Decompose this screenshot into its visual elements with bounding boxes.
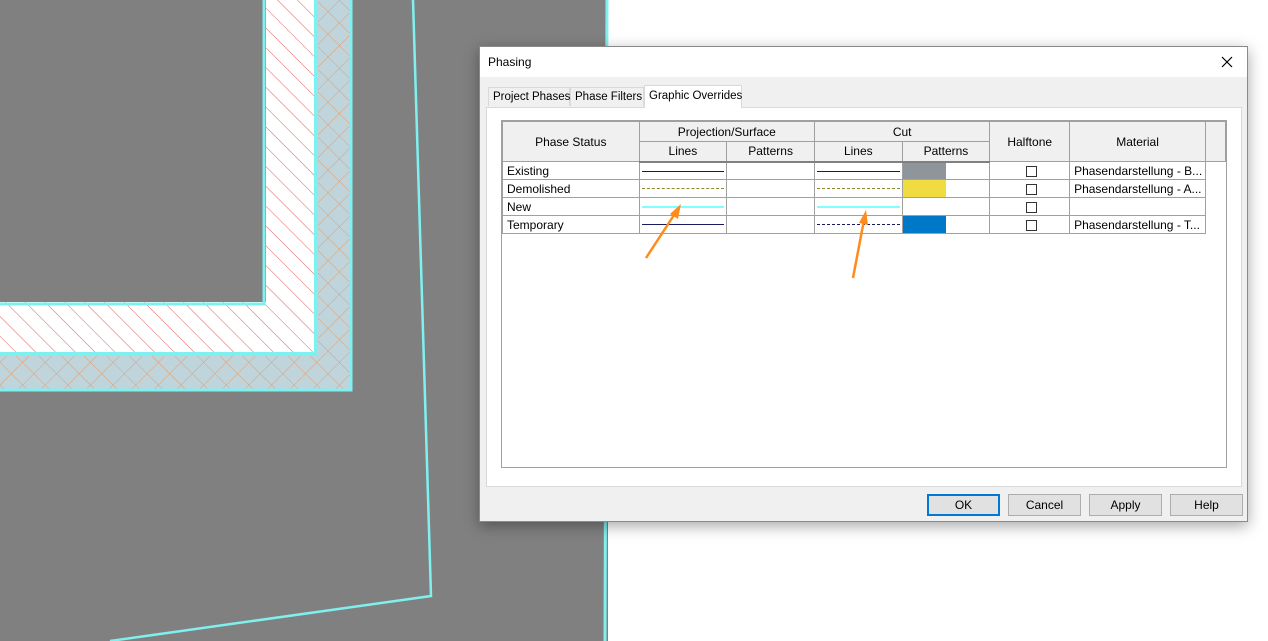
table-row[interactable]: Existing Phasendarstellung - B... — [502, 161, 1226, 180]
graphic-overrides-panel: Phase Status Projection/Surface Cut Half… — [486, 107, 1242, 487]
material-cell[interactable]: Phasendarstellung - T... — [1069, 215, 1207, 234]
apply-button[interactable]: Apply — [1089, 494, 1162, 516]
row-spacer — [1206, 216, 1226, 234]
pattern-swatch — [903, 162, 946, 179]
projection-lines-cell[interactable] — [638, 179, 728, 198]
header-cut: Cut — [813, 121, 991, 142]
phase-status-cell[interactable]: Existing — [502, 161, 640, 180]
projection-patterns-cell[interactable] — [726, 161, 815, 180]
line-swatch — [817, 206, 900, 208]
header-spacer — [1205, 121, 1226, 162]
projection-patterns-cell[interactable] — [726, 197, 815, 216]
table-row[interactable]: Temporary Phasendarstellung - T... — [502, 215, 1226, 234]
phase-status-cell[interactable]: New — [502, 197, 640, 216]
close-button[interactable] — [1207, 47, 1247, 77]
material-cell[interactable] — [1069, 197, 1207, 216]
row-spacer — [1206, 162, 1226, 180]
material-cell[interactable]: Phasendarstellung - A... — [1069, 179, 1207, 198]
header-cut-patterns[interactable]: Patterns — [901, 141, 991, 163]
projection-patterns-cell[interactable] — [726, 179, 815, 198]
ok-button[interactable]: OK — [927, 494, 1000, 516]
cut-lines-cell[interactable] — [814, 179, 903, 198]
overrides-grid: Phase Status Projection/Surface Cut Half… — [501, 120, 1227, 468]
cut-patterns-cell[interactable] — [901, 179, 991, 198]
cut-patterns-cell[interactable] — [901, 197, 991, 216]
line-swatch — [817, 170, 900, 172]
dialog-title: Phasing — [488, 55, 532, 69]
cut-patterns-cell[interactable] — [901, 161, 991, 180]
overrides-table: Phase Status Projection/Surface Cut Half… — [502, 121, 1226, 234]
table-row[interactable]: Demolished Phasendarstellung - A... — [502, 179, 1226, 198]
cut-patterns-cell[interactable] — [901, 215, 991, 234]
cancel-button[interactable]: Cancel — [1008, 494, 1081, 516]
line-swatch — [641, 170, 725, 172]
header-proj-patterns[interactable]: Patterns — [726, 141, 815, 163]
halftone-cell — [989, 161, 1071, 180]
help-button[interactable]: Help — [1170, 494, 1243, 516]
phase-status-cell[interactable]: Temporary — [502, 215, 640, 234]
line-swatch — [817, 188, 900, 189]
projection-patterns-cell[interactable] — [726, 215, 815, 234]
pattern-swatch — [903, 216, 946, 233]
pattern-swatch — [903, 180, 946, 197]
header-cut-lines[interactable]: Lines — [814, 141, 903, 163]
title-bar[interactable]: Phasing — [480, 47, 1247, 77]
projection-lines-cell[interactable] — [638, 161, 728, 180]
header-halftone[interactable]: Halftone — [989, 121, 1071, 162]
halftone-cell — [989, 215, 1071, 234]
close-icon — [1221, 56, 1233, 68]
halftone-checkbox[interactable] — [1026, 219, 1038, 231]
line-swatch — [641, 206, 725, 208]
halftone-checkbox[interactable] — [1026, 201, 1038, 213]
halftone-checkbox[interactable] — [1026, 183, 1038, 195]
table-row[interactable]: New — [502, 197, 1226, 216]
line-swatch — [817, 224, 900, 225]
header-phase-status[interactable]: Phase Status — [502, 121, 640, 162]
line-swatch — [641, 188, 725, 189]
cut-lines-cell[interactable] — [814, 215, 903, 234]
projection-lines-cell[interactable] — [638, 215, 728, 234]
phasing-dialog: Phasing Project Phases Phase Filters Gra… — [479, 46, 1248, 522]
projection-lines-cell[interactable] — [638, 197, 728, 216]
cut-lines-cell[interactable] — [814, 197, 903, 216]
header-proj-lines[interactable]: Lines — [638, 141, 728, 163]
halftone-checkbox[interactable] — [1026, 165, 1038, 177]
row-spacer — [1206, 198, 1226, 216]
tab-graphic-overrides[interactable]: Graphic Overrides — [644, 85, 742, 108]
line-swatch — [641, 224, 725, 225]
header-material[interactable]: Material — [1069, 121, 1207, 162]
halftone-cell — [989, 197, 1071, 216]
phase-status-cell[interactable]: Demolished — [502, 179, 640, 198]
halftone-cell — [989, 179, 1071, 198]
material-cell[interactable]: Phasendarstellung - B... — [1069, 161, 1207, 180]
tab-project-phases[interactable]: Project Phases — [488, 87, 570, 106]
tab-phase-filters[interactable]: Phase Filters — [570, 87, 644, 106]
cut-lines-cell[interactable] — [814, 161, 903, 180]
header-projection-surface: Projection/Surface — [638, 121, 816, 142]
row-spacer — [1206, 180, 1226, 198]
